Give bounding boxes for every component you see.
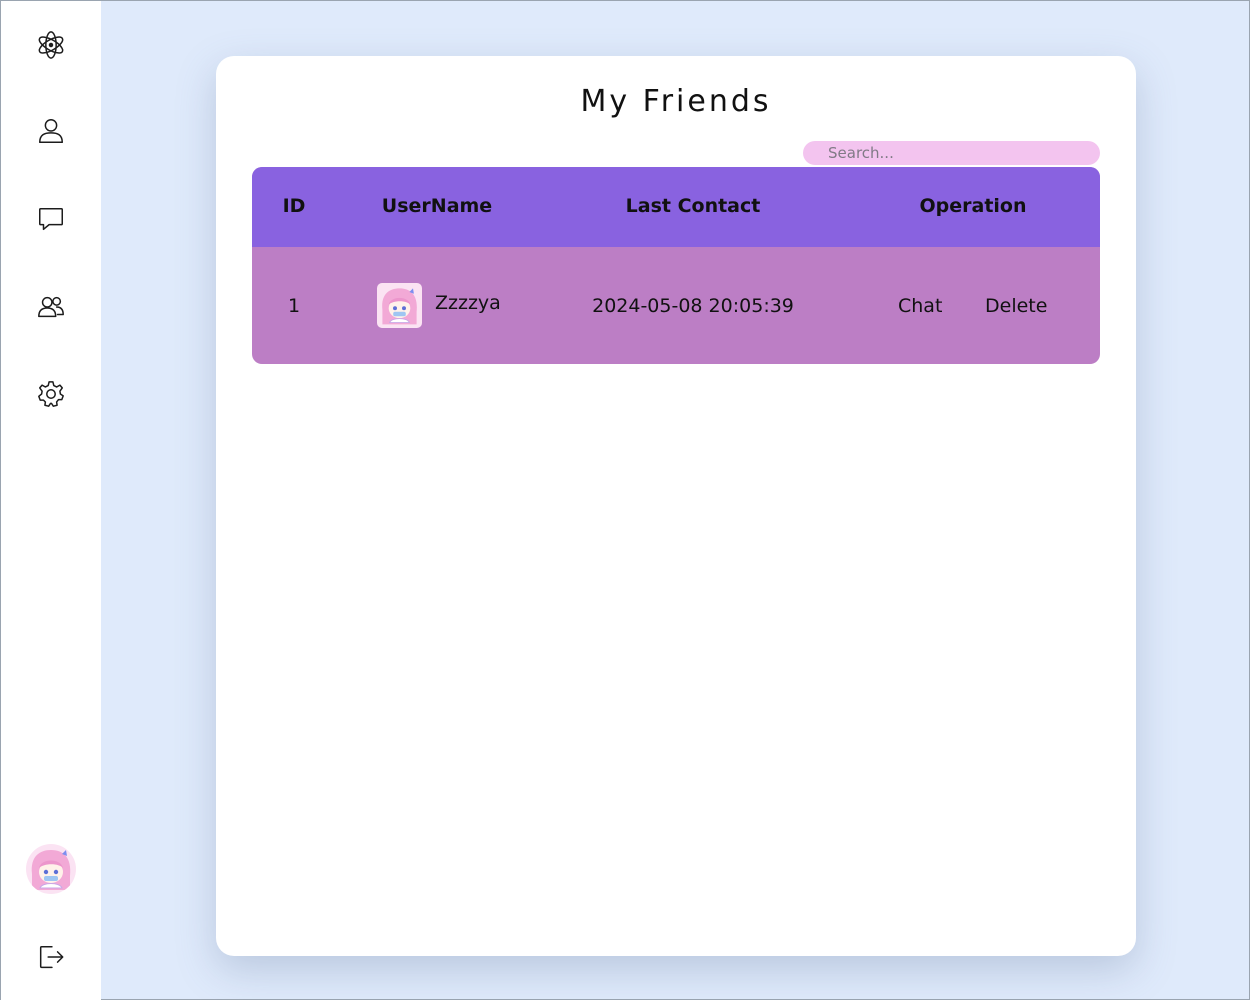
sidebar [1,1,101,1000]
friend-avatar [377,283,422,328]
delete-button[interactable]: Delete [985,295,1047,317]
header-last-contact: Last Contact [625,195,761,217]
group-icon[interactable] [34,290,68,324]
header-username: UserName [381,195,493,217]
electron-logo-icon[interactable] [34,28,68,62]
row-id: 1 [287,295,301,317]
row-username: Zzzzya [435,292,501,314]
chat-icon[interactable] [34,202,68,236]
header-id: ID [282,195,306,217]
avatar[interactable] [26,844,76,894]
row-last-contact: 2024-05-08 20:05:39 [592,295,794,317]
chat-button[interactable]: Chat [898,295,942,317]
friends-table: ID UserName Last Contact Operation 1 Zzz… [252,167,1100,364]
gear-icon[interactable] [34,377,68,411]
search-input[interactable] [803,141,1100,165]
header-operation: Operation [919,195,1027,217]
logout-icon[interactable] [34,940,68,974]
page-title: My Friends [580,84,772,119]
friends-card: My Friends ID UserName Last Contact Oper… [216,56,1136,956]
user-icon[interactable] [34,114,68,148]
table-header: ID UserName Last Contact Operation [252,167,1100,247]
